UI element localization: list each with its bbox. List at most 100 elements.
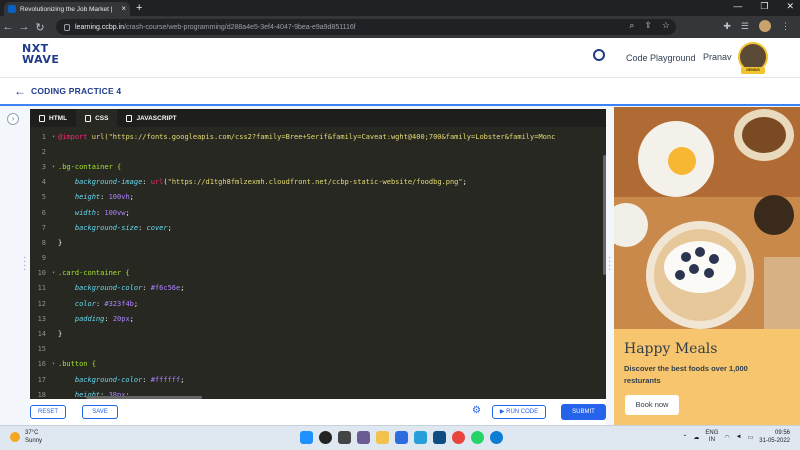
app-icon[interactable]	[433, 431, 446, 444]
code-line[interactable]: 17 background-color: #ffffff;	[30, 372, 602, 387]
save-button[interactable]: SAVE	[82, 405, 118, 419]
search-icon[interactable]: ⌕	[629, 20, 634, 31]
html-file-icon	[39, 114, 45, 122]
teams-icon[interactable]	[357, 431, 370, 444]
back-arrow-icon[interactable]: ←	[0, 21, 16, 33]
code-line[interactable]: 1 ▾ @import url("https://fonts.googleapis.…	[30, 129, 602, 144]
css-file-icon	[85, 114, 92, 122]
url-input[interactable]: learning.ccbp.in/crash-course/web-progra…	[56, 19, 676, 35]
code-line[interactable]: 15	[30, 342, 602, 357]
maximize-icon[interactable]: ❐	[760, 1, 768, 12]
code-text: width: 100vw;	[74, 208, 130, 217]
chevron-up-icon[interactable]: ⌃	[682, 434, 687, 441]
code-line[interactable]: 12 color: #323f4b;	[30, 296, 602, 311]
browser-extensions: ✚ ☰ ⋮	[723, 20, 790, 32]
app-l-icon[interactable]	[414, 431, 427, 444]
expand-panel-icon[interactable]: ›	[7, 113, 19, 125]
back-arrow-icon[interactable]: ←	[14, 84, 26, 98]
practice-header: ← CODING PRACTICE 4	[0, 78, 800, 106]
close-window-icon[interactable]: ✕	[786, 1, 794, 12]
code-text: background-color: #ffffff;	[74, 375, 185, 384]
system-tray: ⌃ ☁ ENG IN ◠ ◄ ▭ 09:56 31-05-2022	[682, 429, 790, 445]
share-icon[interactable]: ⇪	[644, 20, 652, 31]
code-line[interactable]: 13 padding: 20px;	[30, 311, 602, 326]
browser-tab[interactable]: Revolutionizing the Job Market | ×	[4, 2, 130, 16]
tab-html[interactable]: HTML	[30, 109, 76, 127]
new-tab-button[interactable]: +	[136, 2, 142, 14]
code-line[interactable]: 2	[30, 144, 602, 159]
chrome-icon[interactable]	[452, 431, 465, 444]
run-code-button[interactable]: ▶ RUN CODE	[492, 405, 546, 419]
user-name[interactable]: Pranav	[703, 52, 732, 62]
language-indicator[interactable]: ENG IN	[705, 430, 718, 444]
code-line[interactable]: 6 width: 100vw;	[30, 205, 602, 220]
code-line[interactable]: 4 background-image: url("https://d1tgh8f…	[30, 175, 602, 190]
line-number: 10	[37, 269, 46, 278]
resize-handle-right[interactable]: · · · ·	[608, 253, 612, 275]
browser-tab-strip: Revolutionizing the Job Market | × + — ❐…	[0, 0, 800, 16]
code-text: .card-container {	[58, 269, 130, 278]
wifi-icon[interactable]: ◠	[724, 434, 729, 441]
code-editor[interactable]: HTML CSS JAVASCRIPT 1 ▾ @import url("https…	[30, 109, 606, 399]
sun-icon[interactable]	[10, 432, 20, 442]
reading-list-icon[interactable]: ☰	[741, 21, 749, 32]
submit-button[interactable]: SUBMIT	[561, 404, 606, 420]
tab-javascript[interactable]: JAVASCRIPT	[117, 109, 185, 127]
resize-handle-left[interactable]: · · · ·	[23, 253, 27, 275]
tab-title: Revolutionizing the Job Market |	[20, 5, 113, 13]
search-icon[interactable]	[319, 431, 332, 444]
browser-menu-icon[interactable]: ⋮	[781, 21, 790, 32]
forward-arrow-icon[interactable]: →	[16, 21, 32, 33]
battery-icon[interactable]: ▭	[748, 434, 754, 441]
code-line[interactable]: 5 height: 100vh;	[30, 190, 602, 205]
code-line[interactable]: 8}	[30, 235, 602, 250]
windows-taskbar: 37°C Sunny ⌃ ☁ ENG IN ◠ ◄ ▭ 09:56 31-05-…	[0, 425, 800, 450]
volume-icon[interactable]: ◄	[736, 434, 742, 440]
editor-action-bar: RESET SAVE ⚙ ▶ RUN CODE SUBMIT	[30, 399, 606, 425]
line-number: 11	[37, 284, 46, 293]
task-view-icon[interactable]	[338, 431, 351, 444]
line-number: 14	[37, 330, 46, 339]
reset-button[interactable]: RESET	[30, 405, 66, 419]
app-header: NXT WAVE Code Playground Pranav GENIUS	[0, 38, 800, 78]
bookmark-star-icon[interactable]: ☆	[662, 20, 670, 31]
onedrive-icon[interactable]: ☁	[693, 434, 699, 441]
line-number: 7	[41, 223, 46, 232]
line-number: 3	[41, 162, 46, 171]
code-text: background-color: #f6c56e;	[74, 284, 185, 293]
store-icon[interactable]	[395, 431, 408, 444]
whatsapp-icon[interactable]	[471, 431, 484, 444]
lock-icon	[64, 23, 70, 31]
code-line[interactable]: 11 background-color: #f6c56e;	[30, 281, 602, 296]
timer-icon[interactable]	[593, 49, 605, 61]
minimize-icon[interactable]: —	[733, 1, 742, 12]
tab-css[interactable]: CSS	[76, 109, 118, 127]
gear-icon[interactable]: ⚙	[472, 406, 481, 416]
code-text: .bg-container {	[58, 162, 122, 171]
clock[interactable]: 09:56 31-05-2022	[759, 429, 790, 445]
code-line[interactable]: 9	[30, 251, 602, 266]
site-favicon-icon	[8, 5, 16, 13]
profile-avatar[interactable]	[759, 20, 771, 32]
code-line[interactable]: 7 background-size: cover;	[30, 220, 602, 235]
book-now-button[interactable]: Book now	[625, 395, 679, 415]
code-playground-link[interactable]: Code Playground	[626, 53, 696, 63]
code-line[interactable]: 16 ▾ .button {	[30, 357, 602, 372]
line-number: 9	[41, 254, 46, 263]
code-line[interactable]: 14}	[30, 326, 602, 341]
line-number: 6	[41, 208, 46, 217]
edge-icon[interactable]	[490, 431, 503, 444]
preview-description: Discover the best foods over 1,000 restu…	[624, 364, 748, 385]
nxtwave-logo[interactable]: NXT WAVE	[22, 43, 62, 65]
window-controls: — ❐ ✕	[733, 1, 794, 12]
code-line[interactable]: 10 ▾ .card-container {	[30, 266, 602, 281]
file-explorer-icon[interactable]	[376, 431, 389, 444]
extensions-puzzle-icon[interactable]: ✚	[723, 21, 731, 32]
line-number: 17	[37, 375, 46, 384]
code-text: padding: 20px;	[74, 314, 134, 323]
code-line[interactable]: 3 ▾ .bg-container {	[30, 159, 602, 174]
windows-start-icon[interactable]	[300, 431, 313, 444]
reload-icon[interactable]: ↻	[32, 21, 48, 34]
tab-close-icon[interactable]: ×	[121, 5, 126, 13]
code-lines[interactable]: 1 ▾ @import url("https://fonts.googleapis.…	[30, 129, 602, 399]
